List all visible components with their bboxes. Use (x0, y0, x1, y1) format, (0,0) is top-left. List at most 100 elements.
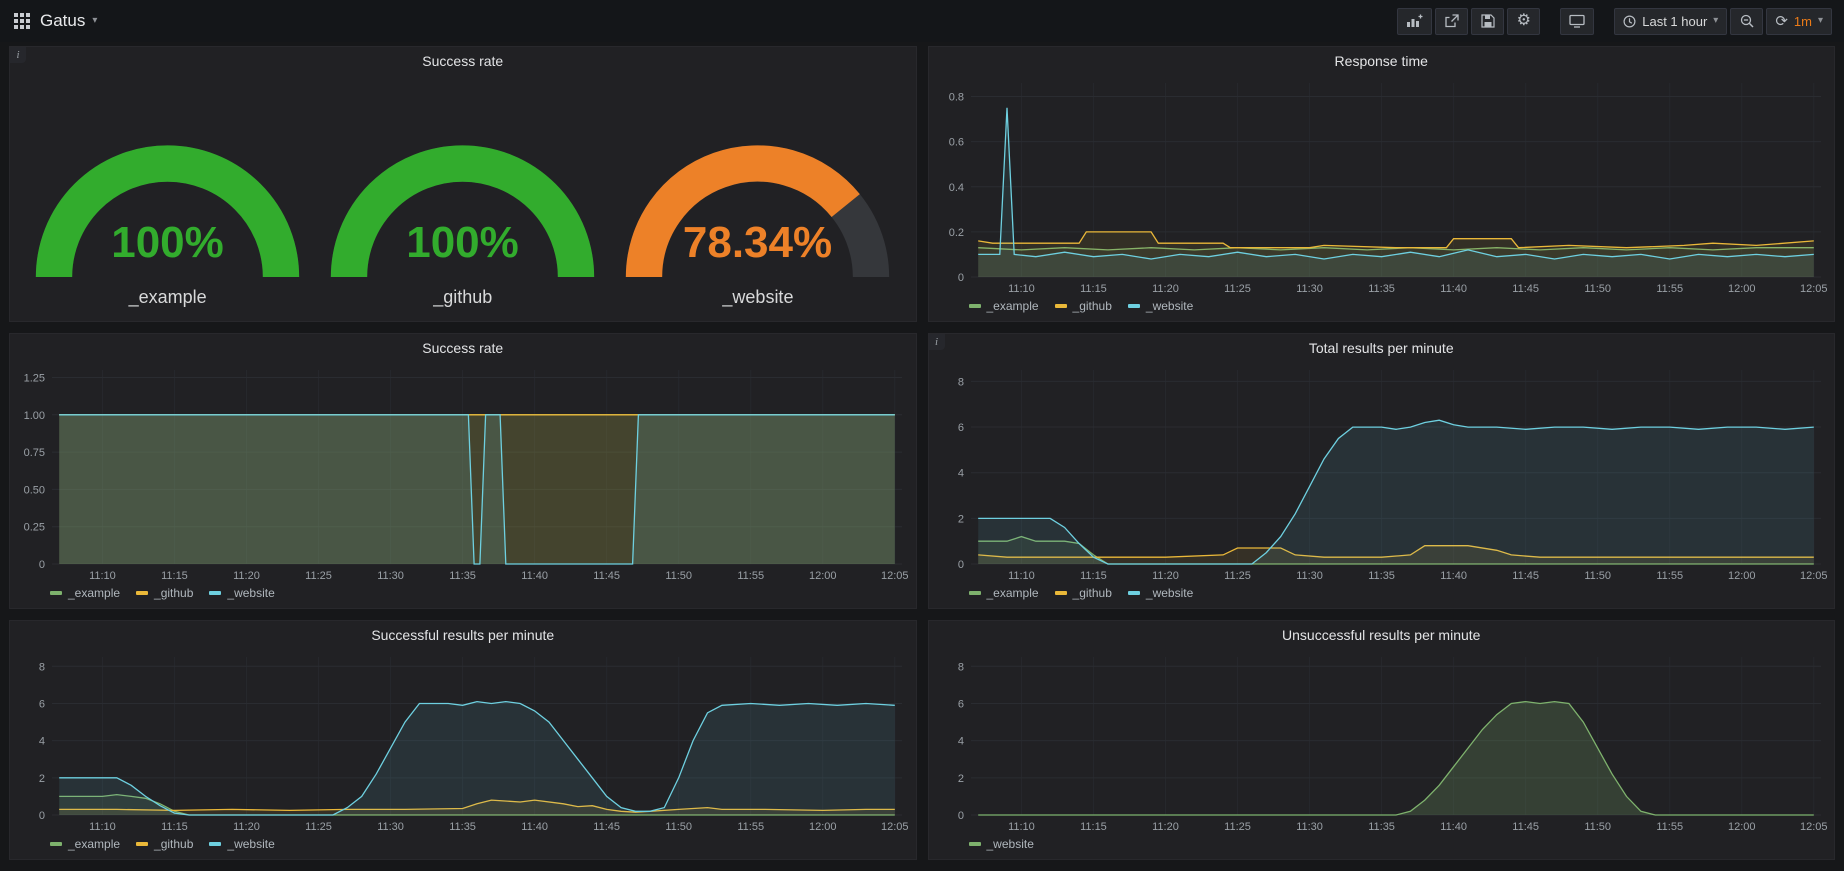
time-range-button[interactable]: Last 1 hour ▾ (1614, 8, 1727, 35)
panel-title[interactable]: Success rate (10, 334, 916, 362)
time-range-label: Last 1 hour (1642, 14, 1707, 29)
navbar-toolbar: ⚙ Last 1 hour ▾ ⟳ (1397, 8, 1832, 35)
panel-title[interactable]: Response time (929, 47, 1835, 75)
legend-label: _github (154, 586, 193, 600)
legend-item[interactable]: _example (969, 586, 1039, 600)
svg-text:11:40: 11:40 (521, 821, 548, 833)
gauges-row: 100% _example 100% _github 78.34% _websi… (10, 75, 916, 321)
legend-label: _website (1146, 586, 1193, 600)
svg-text:11:20: 11:20 (233, 821, 260, 833)
legend-chip (50, 591, 62, 595)
panel-title[interactable]: Successful results per minute (10, 621, 916, 649)
chart-canvas[interactable]: 11:1011:1511:2011:2511:3011:3511:4011:45… (10, 362, 916, 584)
dashboard-title[interactable]: Gatus ▾ (40, 11, 97, 31)
legend-item[interactable]: _example (50, 837, 120, 851)
gauge-arc: 78.34% (610, 75, 905, 287)
svg-text:12:00: 12:00 (1727, 570, 1755, 582)
save-button[interactable] (1471, 8, 1504, 35)
svg-text:0.25: 0.25 (24, 522, 45, 534)
svg-text:11:35: 11:35 (1368, 821, 1395, 833)
chart-legend: _example _github _website (929, 297, 1835, 321)
panel-unsuccessful-results: Unsuccessful results per minute 11:1011:… (928, 620, 1836, 860)
legend-item[interactable]: _github (136, 586, 193, 600)
refresh-button[interactable]: ⟳ 1m ▾ (1766, 8, 1832, 35)
svg-text:12:05: 12:05 (1800, 570, 1828, 582)
legend-item[interactable]: _example (50, 586, 120, 600)
svg-text:11:30: 11:30 (377, 570, 404, 582)
chart-unsuccessful-results[interactable]: 11:1011:1511:2011:2511:3011:3511:4011:45… (929, 649, 1835, 835)
panel-info-icon[interactable]: i (10, 47, 26, 63)
legend-label: _website (1146, 299, 1193, 313)
caret-down-icon: ▾ (1818, 16, 1823, 26)
svg-text:0.75: 0.75 (24, 447, 45, 459)
legend-item[interactable]: _example (969, 299, 1039, 313)
legend-label: _example (987, 586, 1039, 600)
svg-text:11:45: 11:45 (1512, 570, 1539, 582)
chart-canvas[interactable]: 11:1011:1511:2011:2511:3011:3511:4011:45… (929, 362, 1835, 584)
svg-text:11:35: 11:35 (449, 570, 476, 582)
add-panel-button[interactable] (1397, 8, 1432, 35)
legend-item[interactable]: _website (969, 837, 1034, 851)
panel-title[interactable]: Total results per minute (929, 334, 1835, 362)
legend-item[interactable]: _website (1128, 299, 1193, 313)
svg-text:6: 6 (39, 698, 45, 710)
dashboard-grid: i Success rate 100% _example 100% _githu… (0, 42, 1844, 866)
legend-chip (209, 842, 221, 846)
svg-text:11:30: 11:30 (1296, 570, 1323, 582)
chart-canvas[interactable]: 11:1011:1511:2011:2511:3011:3511:4011:45… (10, 649, 916, 835)
zoom-out-button[interactable] (1730, 8, 1763, 35)
svg-text:78.34%: 78.34% (683, 218, 832, 267)
gauge-github: 100% _github (315, 75, 610, 317)
svg-text:11:45: 11:45 (593, 570, 620, 582)
chart-canvas[interactable]: 11:1011:1511:2011:2511:3011:3511:4011:45… (929, 75, 1835, 297)
svg-text:11:55: 11:55 (1656, 570, 1683, 582)
svg-text:11:45: 11:45 (1512, 821, 1539, 833)
svg-text:11:35: 11:35 (1368, 570, 1395, 582)
chart-successful-results[interactable]: 11:1011:1511:2011:2511:3011:3511:4011:45… (10, 649, 916, 835)
chart-response-time[interactable]: 11:1011:1511:2011:2511:3011:3511:4011:45… (929, 75, 1835, 297)
gauge-website: 78.34% _website (610, 75, 905, 317)
svg-text:11:40: 11:40 (521, 570, 548, 582)
svg-text:4: 4 (957, 468, 963, 480)
chart-total-results[interactable]: 11:1011:1511:2011:2511:3011:3511:4011:45… (929, 362, 1835, 584)
refresh-interval-label: 1m (1794, 14, 1812, 29)
svg-text:11:50: 11:50 (665, 821, 692, 833)
svg-text:12:00: 12:00 (809, 821, 837, 833)
dashboard-menu-button[interactable] (14, 8, 30, 35)
clock-icon (1623, 15, 1636, 28)
panel-info-icon[interactable]: i (929, 334, 945, 350)
legend-item[interactable]: _website (1128, 586, 1193, 600)
gauge-example: 100% _example (20, 75, 315, 317)
legend-item[interactable]: _website (209, 586, 274, 600)
legend-chip (1055, 304, 1067, 308)
settings-button[interactable]: ⚙ (1507, 8, 1540, 35)
svg-text:11:40: 11:40 (1440, 821, 1467, 833)
legend-chip (969, 591, 981, 595)
dashboard-title-text: Gatus (40, 11, 85, 31)
legend-item[interactable]: _github (1055, 586, 1112, 600)
panel-response-time: Response time 11:1011:1511:2011:2511:301… (928, 46, 1836, 322)
legend-item[interactable]: _website (209, 837, 274, 851)
panel-title[interactable]: Success rate (10, 47, 916, 75)
legend-item[interactable]: _github (136, 837, 193, 851)
svg-text:11:50: 11:50 (1584, 821, 1611, 833)
svg-text:4: 4 (39, 736, 45, 748)
svg-text:11:10: 11:10 (1008, 283, 1035, 295)
svg-text:11:55: 11:55 (1656, 821, 1683, 833)
svg-text:11:50: 11:50 (1584, 570, 1611, 582)
share-button[interactable] (1435, 8, 1468, 35)
svg-text:8: 8 (957, 661, 963, 673)
svg-text:11:20: 11:20 (1152, 821, 1179, 833)
svg-text:0.6: 0.6 (948, 137, 963, 149)
svg-text:6: 6 (957, 422, 963, 434)
legend-chip (1128, 591, 1140, 595)
svg-text:11:55: 11:55 (737, 821, 764, 833)
svg-text:11:55: 11:55 (1656, 283, 1683, 295)
legend-item[interactable]: _github (1055, 299, 1112, 313)
panel-title[interactable]: Unsuccessful results per minute (929, 621, 1835, 649)
chart-canvas[interactable]: 11:1011:1511:2011:2511:3011:3511:4011:45… (929, 649, 1835, 835)
tv-mode-button[interactable] (1560, 8, 1594, 35)
legend-chip (969, 842, 981, 846)
chart-success-rate[interactable]: 11:1011:1511:2011:2511:3011:3511:4011:45… (10, 362, 916, 584)
svg-text:11:25: 11:25 (1224, 821, 1251, 833)
